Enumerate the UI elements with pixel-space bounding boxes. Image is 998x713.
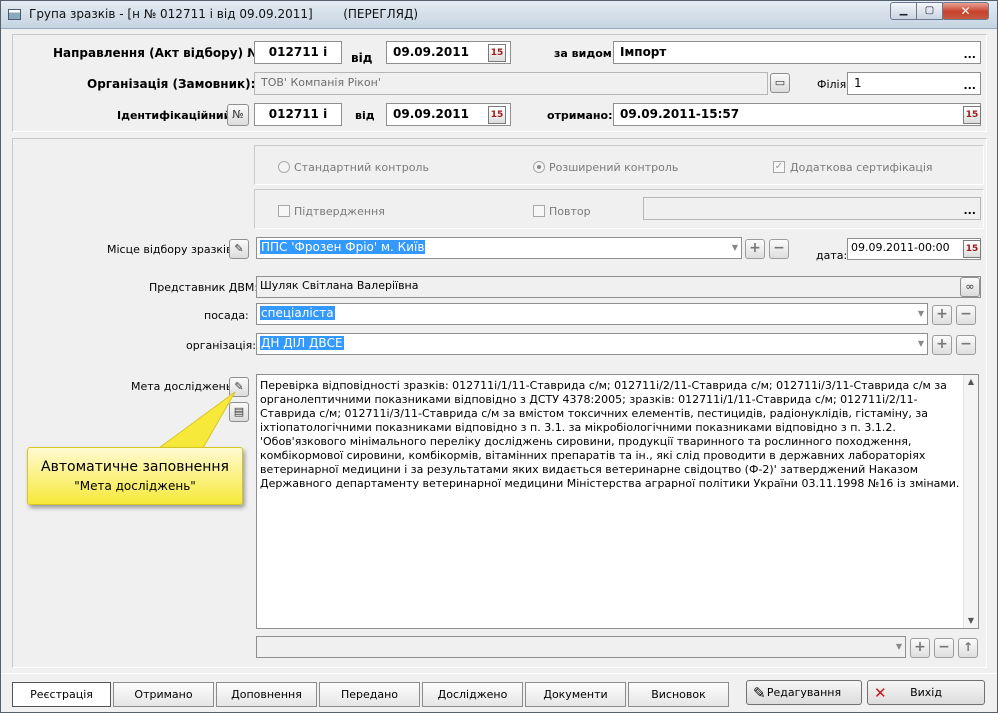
rep-org-label: організація: xyxy=(186,339,256,352)
sampling-place-value: ППС 'Фрозен Фріо' м. Київ xyxy=(260,240,426,254)
ident-number-button[interactable]: № xyxy=(227,104,249,126)
exit-button-label: Вихід xyxy=(910,686,942,699)
standard-control-radio[interactable] xyxy=(278,161,290,173)
received-value: 09.09.2011-15:57 xyxy=(620,107,740,121)
tab-registration[interactable]: Реєстрація xyxy=(12,682,111,707)
tab-additions[interactable]: Доповнення xyxy=(216,682,317,707)
exit-button[interactable]: ✕ Вихід xyxy=(867,680,985,705)
rep-org-remove-button[interactable]: − xyxy=(956,335,976,355)
sampling-autofill-icon[interactable]: ✎ xyxy=(229,239,249,259)
purpose-up-button[interactable]: ↑ xyxy=(958,638,978,658)
purpose-remove-button[interactable]: − xyxy=(934,638,954,658)
received-field[interactable]: 09.09.2011-15:57 xyxy=(613,103,981,126)
ident-number-field[interactable]: 012711 і xyxy=(254,103,342,126)
position-label: посада: xyxy=(204,309,249,322)
edit-button-label: Редагування xyxy=(766,686,842,699)
act-label: Направлення (Акт відбору) № xyxy=(53,46,262,60)
tab-documents[interactable]: Документи xyxy=(525,682,626,707)
confirm-checkbox[interactable] xyxy=(278,205,290,217)
rep-field[interactable]: Шуляк Світлана Валеріївна xyxy=(256,276,981,298)
callout-pointer xyxy=(157,391,236,449)
purpose-scrollbar[interactable]: ▲ ▼ xyxy=(963,375,978,628)
tab-conclusion[interactable]: Висновок xyxy=(628,682,729,707)
scroll-up-icon[interactable]: ▲ xyxy=(964,375,978,389)
extra-cert-checkbox[interactable]: ✓ xyxy=(773,161,785,173)
chevron-down-icon: ▼ xyxy=(917,309,924,318)
purpose-template-select[interactable]: ▼ xyxy=(256,636,906,658)
position-value: спеціаліста xyxy=(260,306,335,320)
callout-line-2: "Мета досліджень" xyxy=(74,479,196,493)
repeat-field[interactable]: ... xyxy=(643,197,981,220)
by-type-ellipsis-button[interactable]: ... xyxy=(963,48,976,61)
by-type-label: за видом: xyxy=(554,47,617,60)
ident-date-from-label: від xyxy=(355,109,375,122)
ident-date-calendar-icon[interactable]: 15 xyxy=(488,106,506,124)
rep-label: Представник ДВМ: xyxy=(149,281,259,294)
chevron-down-icon: ▼ xyxy=(917,339,924,348)
extra-cert-label: Додаткова сертифікація xyxy=(790,161,933,174)
maximize-button[interactable]: ▢ xyxy=(916,2,943,20)
rep-org-add-button[interactable]: + xyxy=(932,335,952,355)
purpose-textarea[interactable]: Перевірка відповідності зразків: 012711і… xyxy=(256,374,979,629)
ident-label: Ідентифікаційний xyxy=(117,109,232,122)
by-type-field[interactable]: Імпорт ... xyxy=(613,41,981,64)
binoculars-icon[interactable]: ∞ xyxy=(960,277,980,297)
repeat-checkbox[interactable] xyxy=(533,205,545,217)
position-remove-button[interactable]: − xyxy=(956,305,976,325)
sampling-add-button[interactable]: + xyxy=(745,239,765,259)
branch-label: Філія: xyxy=(817,78,850,91)
confirm-label: Підтвердження xyxy=(294,205,385,218)
scroll-down-icon[interactable]: ▼ xyxy=(964,614,978,628)
act-date-from-label: від xyxy=(351,51,373,65)
sampling-place-label: Місце відбору зразків: xyxy=(107,243,237,256)
received-calendar-icon[interactable]: 15 xyxy=(963,106,981,124)
sampling-place-select[interactable]: ППС 'Фрозен Фріо' м. Київ ▼ xyxy=(256,237,742,259)
chevron-down-icon: ▼ xyxy=(895,642,902,651)
minimize-button[interactable]: ▁ xyxy=(890,2,917,20)
edit-button[interactable]: ✎ Редагування xyxy=(746,680,862,705)
repeat-label: Повтор xyxy=(549,205,591,218)
chevron-down-icon: ▼ xyxy=(731,243,738,252)
extended-control-label: Розширений контроль xyxy=(549,161,679,174)
sampling-remove-button[interactable]: − xyxy=(769,239,789,259)
branch-field[interactable]: 1 ... xyxy=(847,72,981,95)
open-folder-icon[interactable]: ▭ xyxy=(770,73,790,93)
sampling-date-label: дата: xyxy=(816,249,848,262)
act-number-field[interactable]: 012711 і xyxy=(254,41,342,64)
tab-researched[interactable]: Досліджено xyxy=(422,682,523,707)
tab-transferred[interactable]: Передано xyxy=(319,682,420,707)
position-add-button[interactable]: + xyxy=(932,305,952,325)
ident-date-value: 09.09.2011 xyxy=(393,107,469,121)
main-window: Група зразків - [н № 012711 і від 09.09.… xyxy=(0,0,998,713)
position-select[interactable]: спеціаліста ▼ xyxy=(256,303,928,325)
sampling-date-value: 09.09.2011-00:00 xyxy=(851,241,950,254)
act-date-value: 09.09.2011 xyxy=(393,45,469,59)
act-date-calendar-icon[interactable]: 15 xyxy=(488,44,506,62)
app-icon xyxy=(8,9,21,20)
window-title: Група зразків - [н № 012711 і від 09.09.… xyxy=(29,7,419,21)
sampling-date-calendar-icon[interactable]: 15 xyxy=(963,240,981,258)
by-type-value: Імпорт xyxy=(620,45,667,59)
rep-org-value: ДН ДІЛ ДВСЕ xyxy=(260,336,344,350)
tab-received[interactable]: Отримано xyxy=(113,682,214,707)
close-button[interactable]: ✕ xyxy=(942,2,989,20)
rep-org-select[interactable]: ДН ДІЛ ДВСЕ ▼ xyxy=(256,333,928,355)
extended-control-radio[interactable] xyxy=(533,161,545,173)
branch-value: 1 xyxy=(854,76,862,90)
received-label: отримано: xyxy=(547,109,613,122)
callout-line-1: Автоматичне заповнення xyxy=(41,459,229,475)
org-field[interactable]: ТОВ' Компанія Рікон' xyxy=(254,72,768,95)
sampling-date-field[interactable]: 09.09.2011-00:00 xyxy=(847,238,981,260)
repeat-ellipsis-button[interactable]: ... xyxy=(963,204,976,217)
branch-ellipsis-button[interactable]: ... xyxy=(963,79,976,92)
autofill-callout: Автоматичне заповнення "Мета досліджень" xyxy=(27,447,243,505)
title-bar: Група зразків - [н № 012711 і від 09.09.… xyxy=(1,1,997,29)
bottom-bar: Реєстрація Отримано Доповнення Передано … xyxy=(1,673,997,712)
purpose-add-button[interactable]: + xyxy=(910,638,930,658)
rep-value: Шуляк Світлана Валеріївна xyxy=(260,279,419,292)
purpose-text: Перевірка відповідності зразків: 012711і… xyxy=(260,379,960,490)
org-label: Організація (Замовник): xyxy=(87,77,256,91)
standard-control-label: Стандартний контроль xyxy=(294,161,429,174)
